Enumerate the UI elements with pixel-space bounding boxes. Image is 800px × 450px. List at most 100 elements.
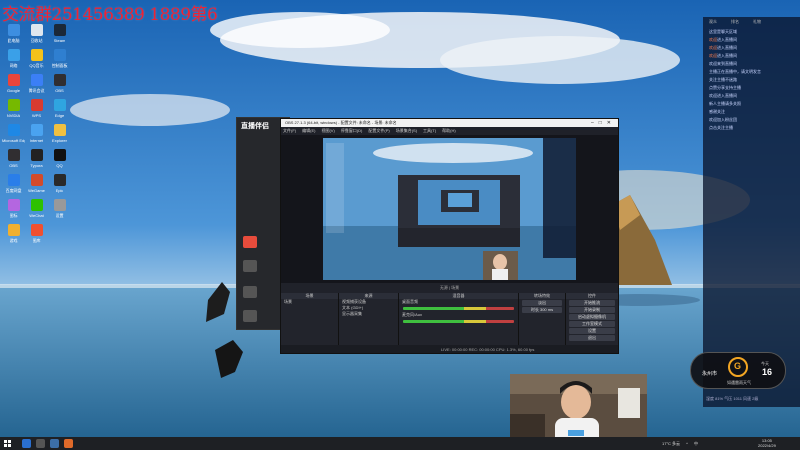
obs-titlebar[interactable]: OBS 27.1.3 (64-bit, windows) - 配置文件: 未命名… <box>281 119 618 127</box>
chat-tab[interactable]: 排名 <box>731 17 739 26</box>
app-icon <box>30 99 43 111</box>
desktop-icon[interactable]: 网络 <box>2 49 25 74</box>
menu-item[interactable]: 文件(F) <box>283 127 296 135</box>
settings-icon[interactable] <box>243 310 257 322</box>
obs-preview[interactable] <box>323 138 576 280</box>
controls-dock[interactable]: 控件 开始推流 开始录制 启动虚拟摄像机 工作室模式 设置 退出 <box>566 293 618 345</box>
tray-item[interactable]: ^ <box>686 437 688 450</box>
control-button[interactable]: 工作室模式 <box>569 321 615 327</box>
obs-window[interactable]: OBS 27.1.3 (64-bit, windows) - 配置文件: 未命名… <box>280 118 619 354</box>
desktop-icon[interactable]: 百度网盘 <box>2 174 25 199</box>
menu-item[interactable]: 停靠窗口(D) <box>341 127 363 135</box>
tray-item[interactable]: 17°C 多云 <box>662 437 680 450</box>
desktop-icon[interactable]: 回收站 <box>25 24 48 49</box>
desktop-icon[interactable]: Internet <box>25 124 48 149</box>
desktop-icon[interactable]: WeChat <box>25 199 48 224</box>
app-icon <box>53 49 66 61</box>
chat-icon[interactable] <box>243 286 257 298</box>
app-icon <box>7 149 20 161</box>
desktop-icon[interactable]: NVIDIA <box>2 99 25 124</box>
menu-item[interactable]: 帮助(H) <box>442 127 456 135</box>
chat-username[interactable]: 欢迎 <box>709 53 717 58</box>
stream-caption: 交流群251456389 1889第6 <box>2 5 218 25</box>
chat-username[interactable]: 欢迎 <box>709 37 717 42</box>
desktop-icon[interactable]: Microsoft Edge <box>2 124 25 149</box>
chat-message: 欢迎加入粉丝团 <box>703 117 800 122</box>
obs-menubar: 文件(F) 编辑(E) 视图(V) 停靠窗口(D) 配置文件(P) 场景集合(S) 工具(T… <box>281 127 618 135</box>
desktop-icon-label: 腾讯会议 <box>28 88 45 93</box>
desktop-icon-label: OBS <box>9 163 18 168</box>
desktop-icon[interactable]: WPS <box>25 99 48 124</box>
chat-message: 点击关注主播 <box>703 125 800 130</box>
desktop-icon[interactable]: WeGame <box>25 174 48 199</box>
menu-item[interactable]: 场景集合(S) <box>396 127 417 135</box>
file-explorer-icon[interactable] <box>50 439 59 448</box>
source-item[interactable]: 显示器采集 <box>339 311 398 317</box>
gift-icon[interactable] <box>243 260 257 272</box>
scene-toolbar: 无源 | 场景 <box>281 283 618 293</box>
menu-item[interactable]: 视图(V) <box>321 127 334 135</box>
desktop-icon[interactable]: Edge <box>48 99 71 124</box>
chat-message: 欢迎进入直播间 <box>703 45 800 50</box>
tray-item[interactable]: 中 <box>694 437 698 450</box>
scene-item[interactable]: 场景 <box>281 299 338 305</box>
desktop-icon[interactable]: OBS <box>2 149 25 174</box>
desktop-icon[interactable]: Explorer <box>48 124 71 149</box>
desktop-icon-label: QQ <box>56 163 63 168</box>
chat-tab[interactable]: 礼物 <box>753 17 761 26</box>
menu-item[interactable]: 工具(T) <box>423 127 436 135</box>
control-button[interactable]: 启动虚拟摄像机 <box>569 314 615 320</box>
chat-message: 欢迎进入直播间 <box>703 53 800 58</box>
scenes-dock[interactable]: 场景 场景 <box>281 293 339 345</box>
desktop-icon[interactable]: 腾讯会议 <box>25 74 48 99</box>
desktop-icon[interactable]: 游戏 <box>2 224 25 249</box>
mixer-channel-label: 桌面音频 <box>402 299 418 304</box>
desktop-icon[interactable]: 图库 <box>25 224 48 249</box>
audio-meter[interactable] <box>403 320 514 323</box>
desktop-icon[interactable]: QQ音乐 <box>25 49 48 74</box>
transition-select[interactable]: 淡出 <box>522 300 562 306</box>
app-icon <box>53 174 66 186</box>
live-chat-panel[interactable]: 观众 排名 礼物 这里是聊天区域 欢迎进入直播间 欢迎进入直播间 欢迎进入直播间 欢迎来到直… <box>703 17 800 407</box>
audio-meter[interactable] <box>403 307 514 310</box>
windows-start-icon[interactable] <box>4 440 11 447</box>
mixer-channel-label: 麦克风/Aux <box>402 312 423 317</box>
control-button[interactable]: 退出 <box>569 335 615 341</box>
sources-dock[interactable]: 来源 视频捕获设备 文本 (GDI+) 显示器采集 <box>339 293 399 345</box>
clock-date: 2022/4/29 <box>758 443 776 448</box>
desktop-icon[interactable]: 设置 <box>48 199 71 224</box>
desktop-icon[interactable]: 控制面板 <box>48 49 71 74</box>
desktop-icon-label: Google <box>7 88 20 93</box>
desktop-icon[interactable]: Epic <box>48 174 71 199</box>
transition-duration-field[interactable]: 时长 300 ms <box>522 307 562 313</box>
live-icon[interactable] <box>243 236 257 248</box>
window-controls-icon[interactable]: –□✕ <box>591 119 616 127</box>
control-button[interactable]: 设置 <box>569 328 615 334</box>
control-button[interactable]: 开始推流 <box>569 300 615 306</box>
desktop-icon-label: 图库 <box>32 238 41 243</box>
task-view-icon[interactable] <box>36 439 45 448</box>
desktop-icon[interactable]: OBS <box>48 74 71 99</box>
desktop-icon-label: 百度网盘 <box>5 188 22 193</box>
weather-widget[interactable]: G 永州市 今天 16 如遇雷雨天气 <box>690 352 786 389</box>
desktop-icon[interactable]: Google <box>2 74 25 99</box>
chat-tab[interactable]: 观众 <box>709 17 717 26</box>
control-button[interactable]: 开始录制 <box>569 307 615 313</box>
desktop-icon[interactable]: Typora <box>25 149 48 174</box>
menu-item[interactable]: 配置文件(P) <box>368 127 389 135</box>
taskbar-app-icon[interactable] <box>64 439 73 448</box>
audio-mixer-dock[interactable]: 混音器 桌面音频 麦克风/Aux <box>399 293 519 345</box>
taskbar-clock[interactable]: 13:05 2022/4/29 <box>758 438 776 448</box>
desktop-icon[interactable]: 图标 <box>2 199 25 224</box>
menu-item[interactable]: 编辑(E) <box>302 127 315 135</box>
sun-icon: G <box>734 361 742 371</box>
desktop-icon[interactable]: Steam <box>48 24 71 49</box>
chat-username[interactable]: 欢迎 <box>709 45 717 50</box>
search-icon[interactable] <box>22 439 31 448</box>
desktop-icon[interactable]: 此电脑 <box>2 24 25 49</box>
chat-message: 点赞分享支持主播 <box>703 85 800 90</box>
app-icon <box>7 24 20 36</box>
transitions-dock[interactable]: 转场特效 淡出 时长 300 ms <box>519 293 566 345</box>
desktop-icon[interactable]: QQ <box>48 149 71 174</box>
chat-message-text: 点赞分享支持主播 <box>709 85 741 90</box>
